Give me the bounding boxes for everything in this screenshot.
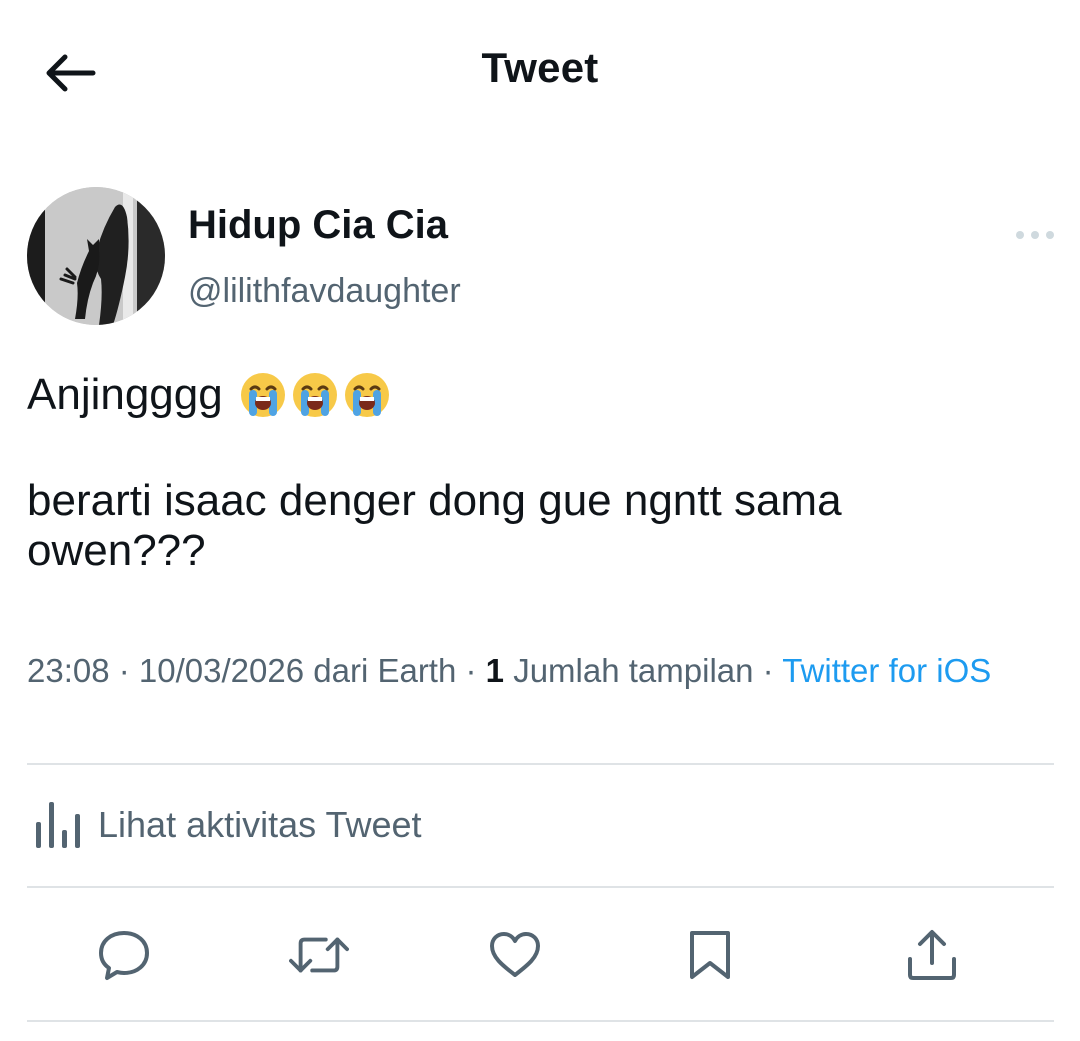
loudly-crying-face-icon <box>344 373 389 417</box>
divider <box>27 763 1054 765</box>
retweet-icon <box>289 937 349 973</box>
reply-icon <box>99 931 149 980</box>
more-horizontal-icon <box>1016 231 1054 239</box>
views-count: 1 <box>485 652 505 689</box>
meta-separator: · <box>753 652 783 689</box>
author-display-name[interactable]: Hidup Cia Cia <box>188 203 448 248</box>
like-button[interactable] <box>485 925 545 985</box>
heart-icon <box>490 932 540 977</box>
retweet-button[interactable] <box>289 925 349 985</box>
author-handle[interactable]: @lilithfavdaughter <box>188 272 461 311</box>
divider <box>27 886 1054 888</box>
tweet-location: dari Earth <box>304 652 457 689</box>
share-button[interactable] <box>902 925 962 985</box>
avatar-image <box>27 187 165 325</box>
tweet-time[interactable]: 23:08 <box>27 652 110 689</box>
bookmark-button[interactable] <box>680 925 740 985</box>
analytics-bars-icon <box>36 802 80 848</box>
tweet-source-link[interactable]: Twitter for iOS <box>782 652 991 689</box>
view-tweet-activity-button[interactable]: Lihat aktivitas Tweet <box>34 800 422 850</box>
views-label: Jumlah tampilan <box>504 652 754 689</box>
tweet-text: Anjingggg <box>27 370 223 419</box>
tweet-metadata: 23:08 · 10/03/2026 dari Earth · 1 Jumlah… <box>27 653 1037 689</box>
tweet-text-line-2: berarti isaac denger dong gue ngntt sama… <box>27 476 842 575</box>
divider <box>27 1020 1054 1022</box>
tweet-detail-screen: Tweet Hidup Cia Cia @lilithfavdaughter A… <box>0 0 1080 1041</box>
reply-button[interactable] <box>94 925 154 985</box>
avatar[interactable] <box>27 187 165 325</box>
loudly-crying-face-icon <box>240 373 285 417</box>
bookmark-icon <box>690 931 730 979</box>
meta-separator: · <box>109 652 139 689</box>
tweet-text-line-1: Anjingggg <box>27 370 391 420</box>
emoji-group <box>239 371 391 419</box>
activity-label: Lihat aktivitas Tweet <box>98 804 422 845</box>
page-title: Tweet <box>481 44 599 91</box>
tweet-date[interactable]: 10/03/2026 <box>139 652 304 689</box>
loudly-crying-face-icon <box>292 373 337 417</box>
share-icon <box>908 930 956 980</box>
more-options-button[interactable] <box>1010 222 1060 248</box>
meta-separator: · <box>456 652 486 689</box>
